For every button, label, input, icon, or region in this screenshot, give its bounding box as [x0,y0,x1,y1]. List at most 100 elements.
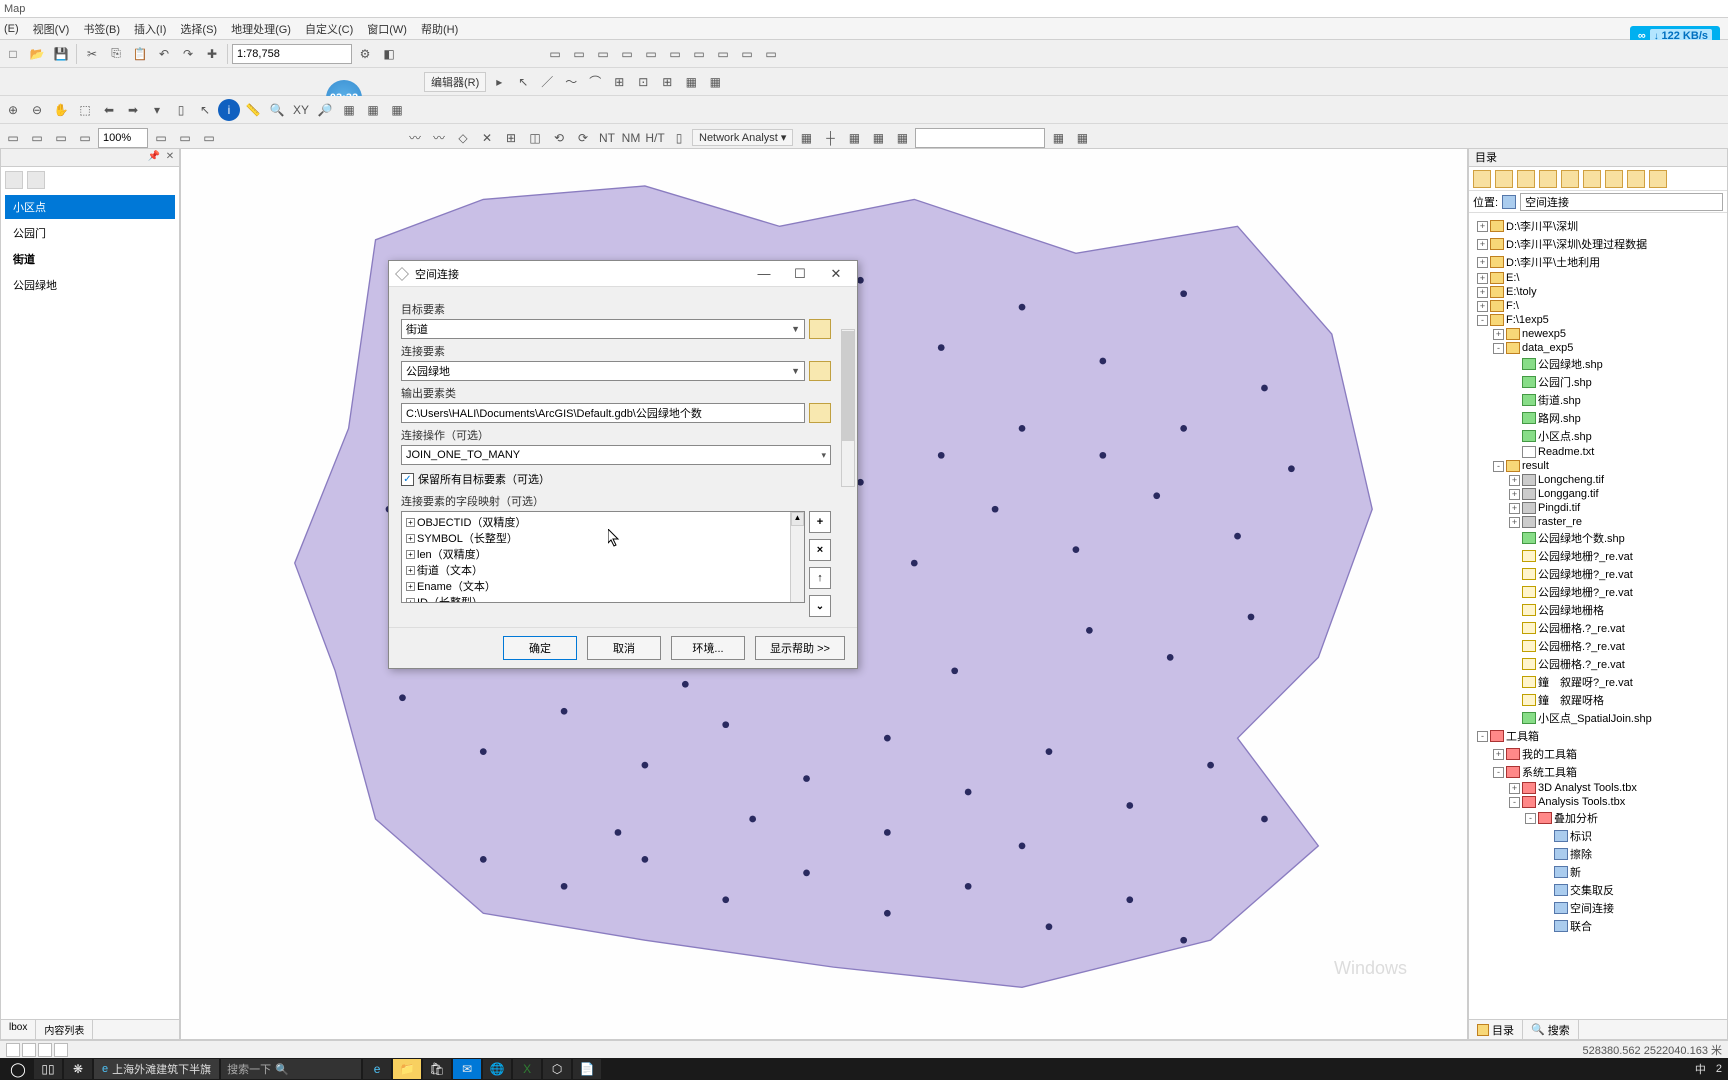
toolbar-icon[interactable]: ▭ [174,127,196,149]
toolbar-icon[interactable]: ▭ [2,127,24,149]
measure-button[interactable]: 📏 [242,99,264,121]
refresh-icon[interactable] [38,1043,52,1057]
clock[interactable]: 2 [1716,1063,1722,1075]
tree-node[interactable]: +D:\李川平\深圳\处理过程数据 [1473,235,1723,253]
full-extent-button[interactable]: ⬚ [74,99,96,121]
editor-tool[interactable]: ▸ [488,71,510,93]
catalog-tab[interactable]: 目录 [1469,1020,1523,1039]
expand-icon[interactable]: + [1493,329,1504,340]
find-button[interactable]: 🔍 [266,99,288,121]
toolbar-icon[interactable]: ▭ [712,43,734,65]
toc-layer-item[interactable]: 公园绿地 [5,273,175,297]
toolbar-icon[interactable]: ▭ [568,43,590,65]
explorer-icon[interactable]: 📁 [393,1059,421,1079]
store-icon[interactable]: 🛍 [423,1059,451,1079]
toolbar-icon[interactable]: H/T [644,127,666,149]
toolbar-icon[interactable]: ▦ [1071,127,1093,149]
browser-tab[interactable]: e 上海外滩建筑下半旗 [94,1059,219,1079]
next-extent-button[interactable]: ➡ [122,99,144,121]
expand-icon[interactable]: - [1525,813,1536,824]
taskbar-search[interactable]: 搜索一下🔍 [221,1059,361,1079]
toolbar-icon[interactable]: ▭ [74,127,96,149]
catalog-connect-icon[interactable] [1539,170,1557,188]
catalog-icon[interactable] [1627,170,1645,188]
tree-node[interactable]: 公园门.shp [1473,373,1723,391]
tree-node[interactable]: +Longcheng.tif [1473,473,1723,487]
tree-node[interactable]: 路网.shp [1473,409,1723,427]
expand-icon[interactable]: + [1477,287,1488,298]
expand-icon[interactable]: + [406,550,415,559]
toc-layer-item[interactable]: 小区点 [5,195,175,219]
tree-node[interactable]: -系统工具箱 [1473,763,1723,781]
catalog-icon[interactable] [1605,170,1623,188]
layer-dropdown-button[interactable]: ▾ [146,99,168,121]
tree-node[interactable]: +D:\李川平\深圳 [1473,217,1723,235]
expand-icon[interactable]: + [1477,221,1488,232]
editor-dropdown[interactable]: 编辑器(R) [424,72,486,92]
redo-button[interactable]: ↷ [177,43,199,65]
identify-button[interactable]: i [218,99,240,121]
toc-view-icon[interactable] [5,171,23,189]
fieldmap-item[interactable]: +Ename（文本） [404,578,788,594]
catalog-back-icon[interactable] [1473,170,1491,188]
expand-icon[interactable]: + [406,566,415,575]
catalog-icon[interactable] [1583,170,1601,188]
na-location-input[interactable] [915,128,1045,148]
fieldmap-item[interactable]: +街道（文本） [404,562,788,578]
fieldmap-item[interactable]: +ID（长整型） [404,594,788,602]
tree-node[interactable]: +E:\ [1473,271,1723,285]
cancel-button[interactable]: 取消 [587,636,661,660]
browse-button[interactable] [809,403,831,423]
app-icon[interactable]: ⬡ [543,1059,571,1079]
catalog-up-icon[interactable] [1495,170,1513,188]
add-field-button[interactable]: + [809,511,831,533]
zoom-percent-input[interactable] [98,128,148,148]
toolbar-icon[interactable]: ✕ [476,127,498,149]
excel-icon[interactable]: X [513,1059,541,1079]
toolbar-icon[interactable]: ▭ [592,43,614,65]
expand-icon[interactable]: + [1477,273,1488,284]
target-features-combo[interactable]: 街道▼ [401,319,805,339]
menu-view[interactable]: 视图(V) [33,21,70,37]
tree-node[interactable]: 擦除 [1473,845,1723,863]
toc-view-icon[interactable] [27,171,45,189]
fieldmap-item[interactable]: +SYMBOL（长整型） [404,530,788,546]
browse-button[interactable] [809,319,831,339]
app-icon[interactable]: 📄 [573,1059,601,1079]
editor-tool[interactable]: ▦ [680,71,702,93]
copy-button[interactable]: ⎘ [105,43,127,65]
join-operation-combo[interactable]: JOIN_ONE_TO_MANY▾ [401,445,831,465]
expand-icon[interactable]: + [1509,783,1520,794]
toolbar-icon[interactable]: ▭ [736,43,758,65]
tree-node[interactable]: 公园绿地栅?_re.vat [1473,565,1723,583]
toolbar-icon[interactable]: ⚙ [354,43,376,65]
layout-view-icon[interactable] [22,1043,36,1057]
catalog-refresh-icon[interactable] [1561,170,1579,188]
dialog-scrollbar[interactable] [841,329,855,487]
expand-icon[interactable]: + [1509,517,1520,528]
tree-node[interactable]: +Pingdi.tif [1473,501,1723,515]
tree-node[interactable]: 小区点_SpatialJoin.shp [1473,709,1723,727]
tree-node[interactable]: +raster_re [1473,515,1723,529]
toolbar-icon[interactable]: ▦ [843,127,865,149]
fieldmap-item[interactable]: +len（双精度） [404,546,788,562]
task-view-button[interactable]: ▯▯ [34,1059,62,1079]
expand-icon[interactable]: + [406,518,415,527]
zoom-out-button[interactable]: ⊖ [26,99,48,121]
expand-icon[interactable]: + [406,534,415,543]
toolbar-icon[interactable]: ▭ [688,43,710,65]
undo-button[interactable]: ↶ [153,43,175,65]
keep-all-checkbox[interactable]: ✓ [401,473,414,486]
tree-node[interactable]: -叠加分析 [1473,809,1723,827]
menu-help[interactable]: 帮助(H) [421,21,458,37]
toolbar-icon[interactable]: ▦ [362,99,384,121]
toolbar-icon[interactable]: ▦ [338,99,360,121]
tree-node[interactable]: 新 [1473,863,1723,881]
toolbar-icon[interactable]: ⟲ [548,127,570,149]
editor-tool[interactable]: ⊞ [608,71,630,93]
keep-all-row[interactable]: ✓ 保留所有目标要素（可选） [401,471,831,487]
tree-node[interactable]: -工具箱 [1473,727,1723,745]
tree-node[interactable]: 小区点.shp [1473,427,1723,445]
toolbar-icon[interactable]: ⟳ [572,127,594,149]
maximize-button[interactable]: ☐ [785,263,815,285]
